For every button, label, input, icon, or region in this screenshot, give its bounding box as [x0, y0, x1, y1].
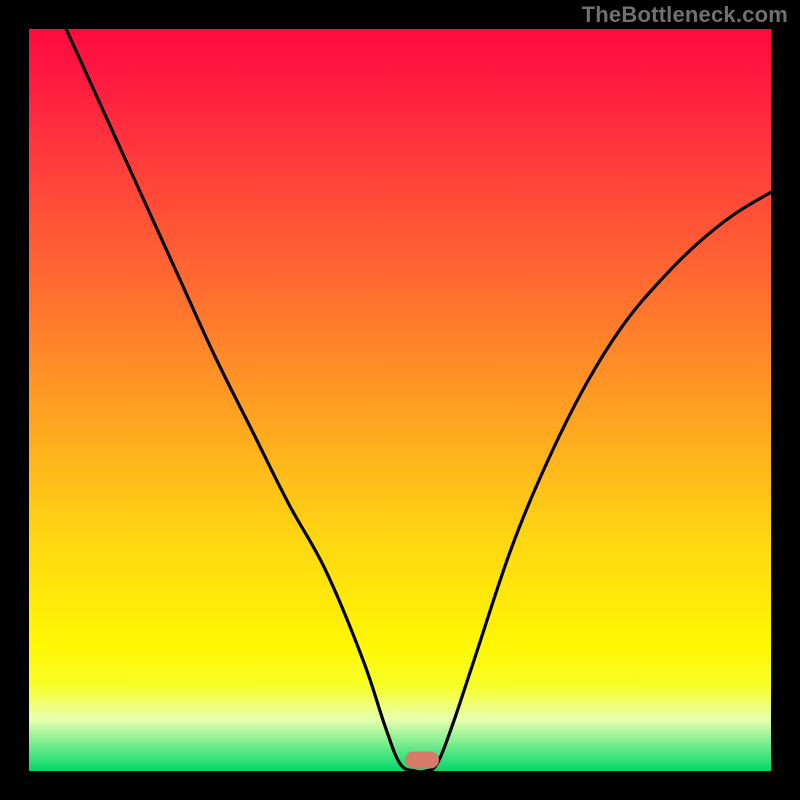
- chart-frame: TheBottleneck.com: [0, 0, 800, 800]
- plot-area: [29, 29, 771, 771]
- curve-path: [66, 29, 771, 771]
- watermark-label: TheBottleneck.com: [582, 2, 788, 28]
- bottleneck-curve: [29, 29, 771, 771]
- optimal-point-marker: [405, 751, 439, 768]
